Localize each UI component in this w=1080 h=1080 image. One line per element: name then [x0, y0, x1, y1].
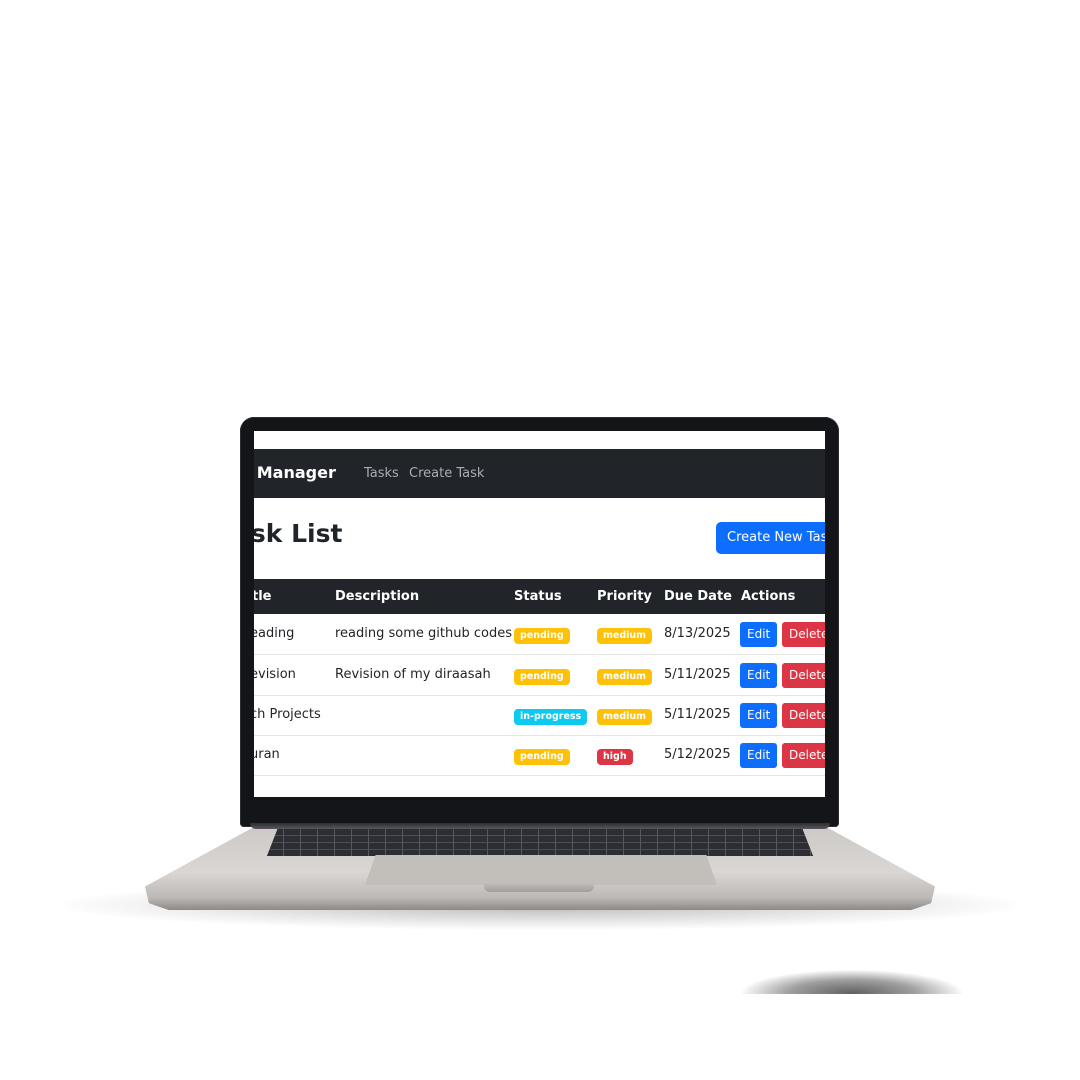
delete-button[interactable]: Delete	[782, 703, 825, 728]
laptop-trackpad	[365, 855, 717, 885]
table-row: eading reading some github codes pending…	[254, 614, 825, 655]
delete-button[interactable]: Delete	[782, 663, 825, 688]
delete-button[interactable]: Delete	[782, 743, 825, 768]
table-header: tle Description Status Priority Due Date…	[254, 579, 825, 614]
status-badge: pending	[514, 749, 570, 765]
nav-link-create-task[interactable]: Create Task	[409, 466, 484, 481]
column-header-status: Status	[514, 589, 562, 604]
priority-badge: medium	[597, 709, 653, 725]
table-row: uran pending high 5/12/2025 Edit Delete	[254, 735, 825, 776]
delete-button[interactable]: Delete	[782, 622, 825, 647]
task-description: reading some github codes	[335, 626, 512, 641]
column-header-actions: Actions	[741, 589, 796, 604]
status-badge: in-progress	[514, 709, 588, 725]
page-title: ask List	[254, 519, 343, 548]
priority-badge: medium	[597, 628, 653, 644]
edit-button[interactable]: Edit	[740, 622, 778, 647]
edit-button[interactable]: Edit	[740, 743, 778, 768]
status-badge: pending	[514, 628, 570, 644]
laptop-hinge	[250, 823, 830, 829]
floor-shadow	[712, 966, 988, 994]
navbar: sk Manager Tasks Create Task	[254, 449, 825, 498]
task-title: ch Projects	[254, 707, 321, 722]
laptop-screen: sk Manager Tasks Create Task ask List Cr…	[254, 431, 825, 797]
task-title: evision	[254, 667, 296, 682]
task-title: eading	[254, 626, 295, 641]
table-row: evision Revision of my diraasah pending …	[254, 655, 825, 696]
nav-link-tasks[interactable]: Tasks	[364, 466, 399, 481]
task-due-date: 5/11/2025	[664, 707, 731, 722]
navbar-brand[interactable]: sk Manager	[254, 463, 336, 482]
column-header-title: tle	[254, 589, 272, 604]
task-due-date: 5/12/2025	[664, 747, 731, 762]
laptop-notch	[484, 884, 594, 892]
priority-badge: high	[597, 749, 633, 765]
laptop-keyboard	[267, 828, 813, 856]
priority-badge: medium	[597, 669, 653, 685]
task-title: uran	[254, 747, 280, 762]
table-row: ch Projects in-progress medium 5/11/2025…	[254, 695, 825, 736]
task-due-date: 5/11/2025	[664, 667, 731, 682]
status-badge: pending	[514, 669, 570, 685]
create-new-task-button[interactable]: Create New Task	[716, 522, 825, 554]
column-header-priority: Priority	[597, 589, 652, 604]
task-due-date: 8/13/2025	[664, 626, 731, 641]
edit-button[interactable]: Edit	[740, 703, 778, 728]
task-description: Revision of my diraasah	[335, 667, 491, 682]
column-header-description: Description	[335, 589, 420, 604]
edit-button[interactable]: Edit	[740, 663, 778, 688]
column-header-due-date: Due Date	[664, 589, 732, 604]
